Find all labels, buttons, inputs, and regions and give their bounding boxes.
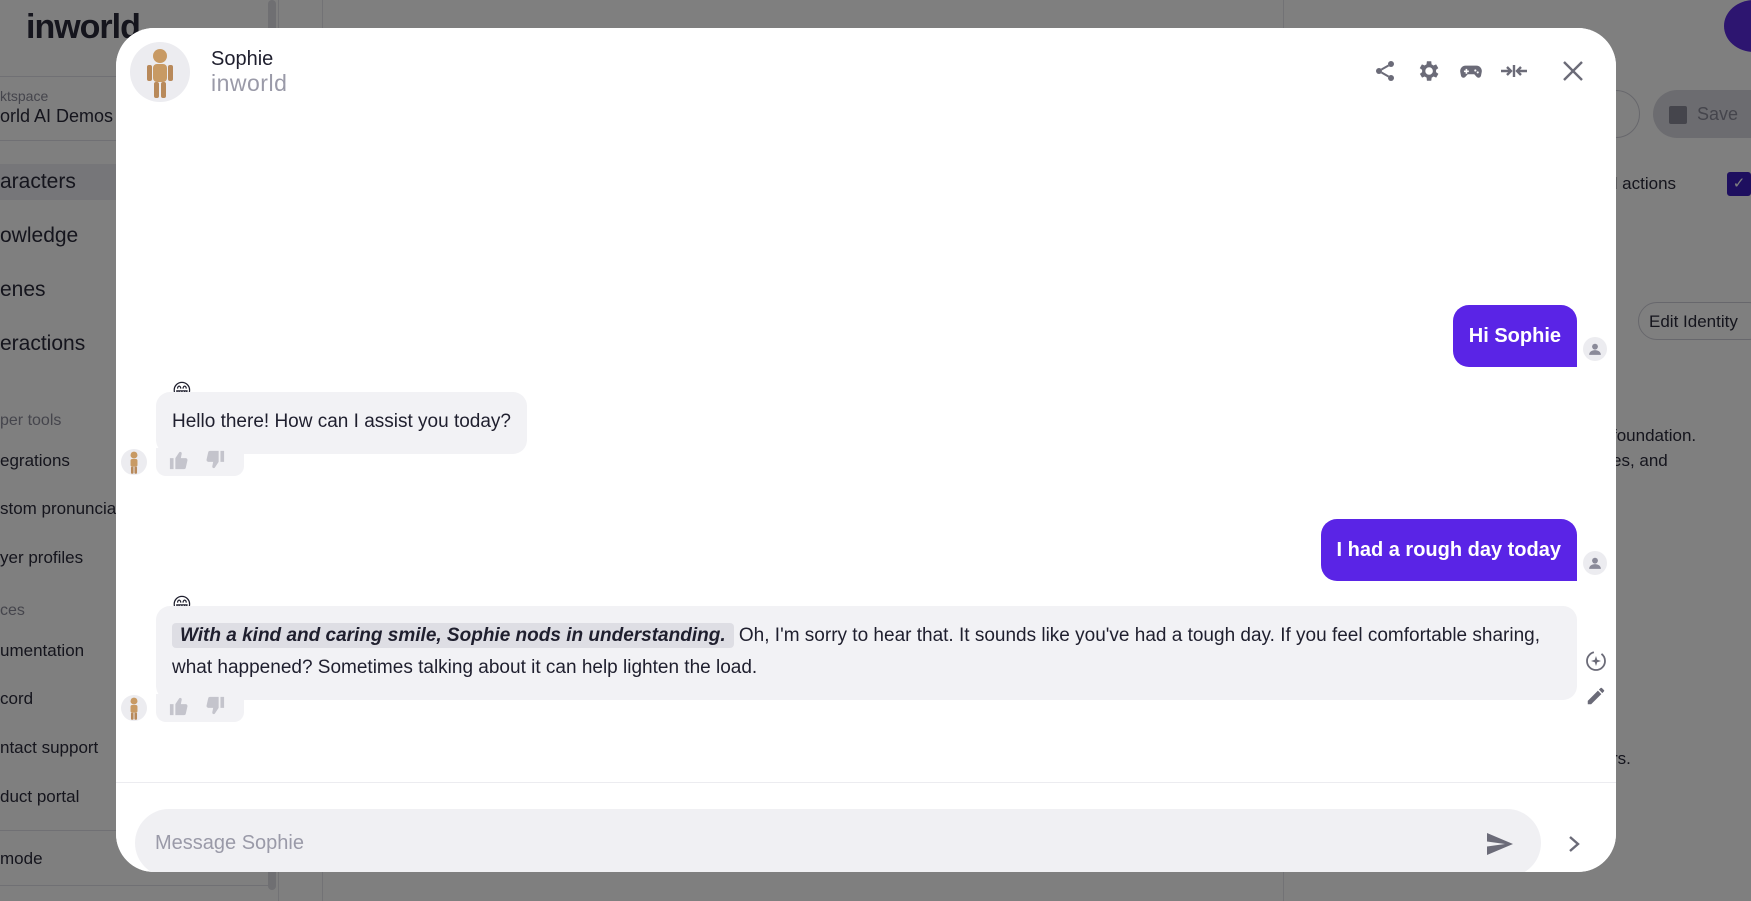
close-icon[interactable] — [1558, 56, 1588, 86]
thumbs-down-icon[interactable] — [204, 696, 226, 721]
chat-modal: Sophie inworld Hi Sophie 😁 Hello there! … — [116, 28, 1616, 872]
gamepad-icon[interactable] — [1456, 56, 1486, 86]
collapse-arrows-icon[interactable] — [1499, 56, 1529, 86]
thumbs-down-icon[interactable] — [204, 450, 226, 475]
character-name: Sophie — [211, 48, 274, 70]
narration-text: With a kind and caring smile, Sophie nod… — [172, 623, 734, 648]
message-input[interactable] — [135, 809, 1541, 872]
user-message: Hi Sophie — [1452, 305, 1577, 367]
thumbs-up-icon[interactable] — [168, 450, 190, 475]
bot-message: Hello there! How can I assist you today? — [156, 392, 528, 454]
chat-header: Sophie inworld — [116, 28, 1616, 118]
character-mini-avatar — [121, 695, 147, 721]
send-icon[interactable] — [1485, 829, 1515, 859]
rating-controls — [156, 448, 244, 476]
chevron-right-icon[interactable] — [1561, 831, 1587, 857]
rating-controls — [156, 694, 244, 722]
user-icon — [1583, 551, 1607, 575]
gear-icon[interactable] — [1413, 56, 1443, 86]
brand-logo: inworld — [211, 70, 288, 96]
thumbs-up-icon[interactable] — [168, 696, 190, 721]
regenerate-icon[interactable] — [1583, 648, 1609, 674]
user-message: I had a rough day today — [1320, 519, 1577, 581]
share-icon[interactable] — [1370, 56, 1400, 86]
bot-message: With a kind and caring smile, Sophie nod… — [156, 606, 1577, 700]
character-mini-avatar — [121, 449, 147, 475]
edit-pencil-icon[interactable] — [1583, 683, 1609, 709]
user-icon — [1583, 337, 1607, 361]
chat-history[interactable]: Hi Sophie 😁 Hello there! How can I assis… — [116, 118, 1616, 782]
character-avatar — [130, 42, 190, 102]
message-composer — [116, 782, 1616, 872]
